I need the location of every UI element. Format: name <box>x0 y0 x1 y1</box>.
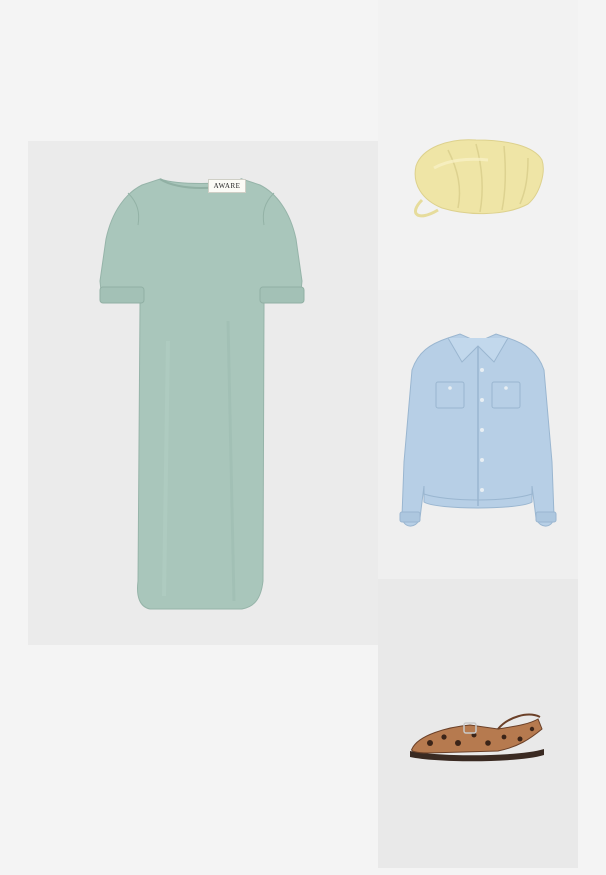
bag-tile[interactable] <box>378 0 578 290</box>
denim-jacket-image <box>399 333 557 527</box>
dress-image <box>99 178 305 610</box>
jacket-tile[interactable] <box>378 290 578 579</box>
shoe-tile[interactable] <box>378 579 578 868</box>
leopard-slingback-image <box>410 713 544 762</box>
outfit-collage: AWARE <box>0 0 606 875</box>
dress-brand-label: AWARE <box>208 179 246 193</box>
pouch-bag-image <box>414 139 544 218</box>
dress-tile[interactable]: AWARE <box>28 141 378 645</box>
